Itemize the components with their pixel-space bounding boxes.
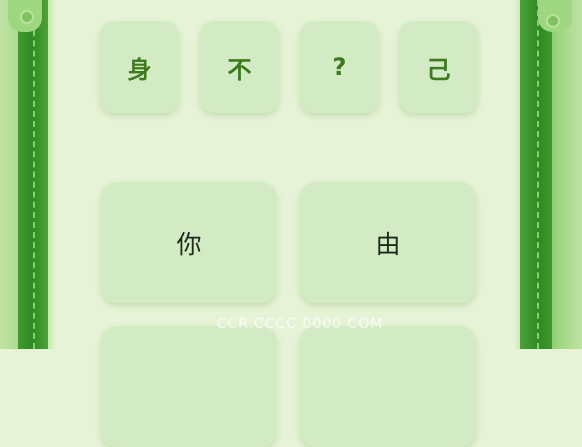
frame-right-stitch [537,0,539,349]
option-tile-2[interactable]: 由 [300,182,476,303]
answer-slot-1[interactable]: 身 [100,21,179,113]
watermark-text: CCR.CCCC 0000 COM [216,316,384,332]
frame-left-stitch [33,0,35,349]
answer-slot-2[interactable]: 不 [200,21,279,113]
option-tile-1[interactable]: 你 [101,182,277,303]
screw-icon [20,10,34,24]
answer-slot-4[interactable]: 己 [399,21,478,113]
frame-left-inner [48,0,56,349]
screw-icon [546,14,560,28]
option-tile-3[interactable] [101,326,277,447]
option-tile-4[interactable] [300,326,476,447]
frame-right-outer [552,0,582,349]
answer-slot-3-unknown[interactable]: ? [300,21,379,113]
